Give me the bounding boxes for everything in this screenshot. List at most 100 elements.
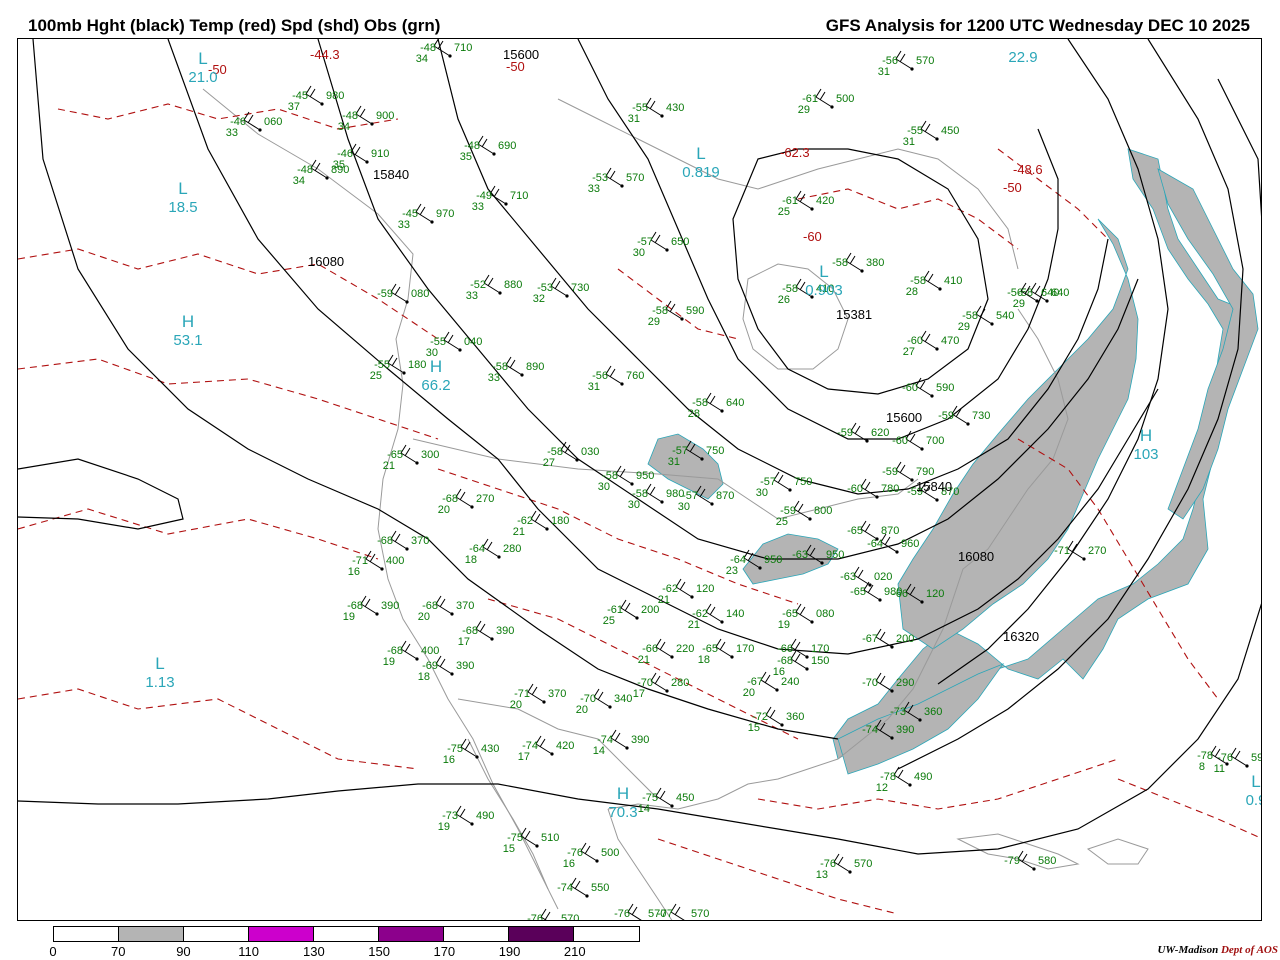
obs-speed: 28 [906,286,918,298]
station-dot [375,612,379,616]
obs-speed: 34 [293,175,305,187]
height-contour-label: 16080 [308,254,344,269]
obs-speed: 29 [798,104,810,116]
station-plot: -46 06033 [226,111,282,139]
obs-height: 570 [561,913,579,921]
obs-height: 750 [706,445,724,457]
station-dot [890,645,894,649]
obs-height: 980 [326,90,344,102]
center-value: 0.9 [1246,792,1262,809]
station-dot [966,422,970,426]
wind-barb [655,787,673,807]
obs-temp: -66 [777,643,793,655]
station-dot [370,122,374,126]
obs-temp: -65 [850,586,866,598]
colorbar-segment [573,927,639,941]
station-plot: -60 780 [847,478,899,499]
station-plot: -61 20025 [603,599,659,627]
obs-height: 500 [836,93,854,105]
hispaniola [1086,838,1149,865]
station-dot [565,294,569,298]
station-dot [808,517,812,521]
station-dot [415,657,419,661]
station-dot [630,482,634,486]
height-contour-label: 15840 [373,167,409,182]
station-dot [405,300,409,304]
center-letter: H [182,312,194,331]
wind-barb [605,167,623,187]
temperature-label: -44.3 [310,47,340,62]
station-dot [1045,299,1049,303]
obs-speed: 16 [348,566,360,578]
station-dot [450,672,454,676]
obs-temp: -73 [890,706,906,718]
analysis-time-title: GFS Analysis for 1200 UTC Wednesday DEC … [825,16,1250,35]
temperature-label: -60 [803,229,822,244]
temperature-label: -50 [506,59,525,74]
colorbar-segment [378,927,444,941]
obs-height: 870 [716,490,734,502]
wind-barb [893,766,911,786]
station-dot [730,655,734,659]
station-dot [788,488,792,492]
station-dot [805,655,809,659]
obs-height: 430 [666,102,684,114]
station-plot: -75 43016 [443,738,499,766]
station-dot [665,248,669,252]
coastline-west [202,88,559,910]
obs-height: 120 [696,583,714,595]
station-dot [810,620,814,624]
obs-height: 170 [811,643,829,655]
station-dot [608,705,612,709]
station-dot [665,689,669,693]
wind-barb [815,88,833,108]
obs-height: 390 [896,724,914,736]
obs-speed: 21 [658,594,670,606]
station-plot: -45 97033 [398,203,454,231]
wind-barb [580,842,598,862]
obs-height: 170 [736,643,754,655]
wind-barb [765,706,783,726]
wind-barb [875,628,893,648]
station-plot: -58 59029 [648,300,704,328]
obs-height: 420 [816,195,834,207]
obs-speed: 26 [778,294,790,306]
obs-speed: 20 [418,611,430,623]
obs-temp: -79 [1004,855,1020,867]
station-plot: -58 98030 [628,483,684,511]
station-plot: -57 65030 [633,231,689,259]
wind-barb [475,620,493,640]
wind-barb [527,683,545,703]
station-dot [680,317,684,321]
station-plot: -48 90034 [338,105,394,133]
obs-height: 970 [436,208,454,220]
obs-height: 430 [481,743,499,755]
station-dot [848,870,852,874]
obs-height: 180 [551,515,569,527]
station-dot [575,458,579,462]
colorbar-tick-label: 70 [110,944,126,959]
wind-barb [610,729,628,749]
wind-barb [895,50,913,70]
obs-temp: -64 [867,538,883,550]
obs-speed: 34 [338,121,350,133]
center-value: 53.1 [173,332,202,349]
wind-barb [795,603,813,623]
wind-barb [530,510,548,530]
map-canvas: -45 98037-48 71034-48 90034-46 06033-46 91035… [18,39,1262,921]
obs-height: 500 [601,847,619,859]
map-panel: -45 980 37 -48 710 34 -48 900 34 -46 060 33 -46 910 35… [17,38,1262,921]
station-dot [498,291,502,295]
obs-speed: 29 [648,316,660,328]
station-plot: -76 570 [527,908,579,921]
height-contour-label: 16320 [1003,629,1039,644]
wind-barb [833,853,851,873]
station-plot: -61 50029 [798,88,854,116]
colorbar-tick-label: 90 [176,944,191,959]
obs-height: 570 [626,172,644,184]
station-plot: -67 24020 [743,671,799,699]
obs-height: 590 [936,382,954,394]
station-dot [895,550,899,554]
obs-height: 390 [456,660,474,672]
wind-barb [365,550,383,570]
